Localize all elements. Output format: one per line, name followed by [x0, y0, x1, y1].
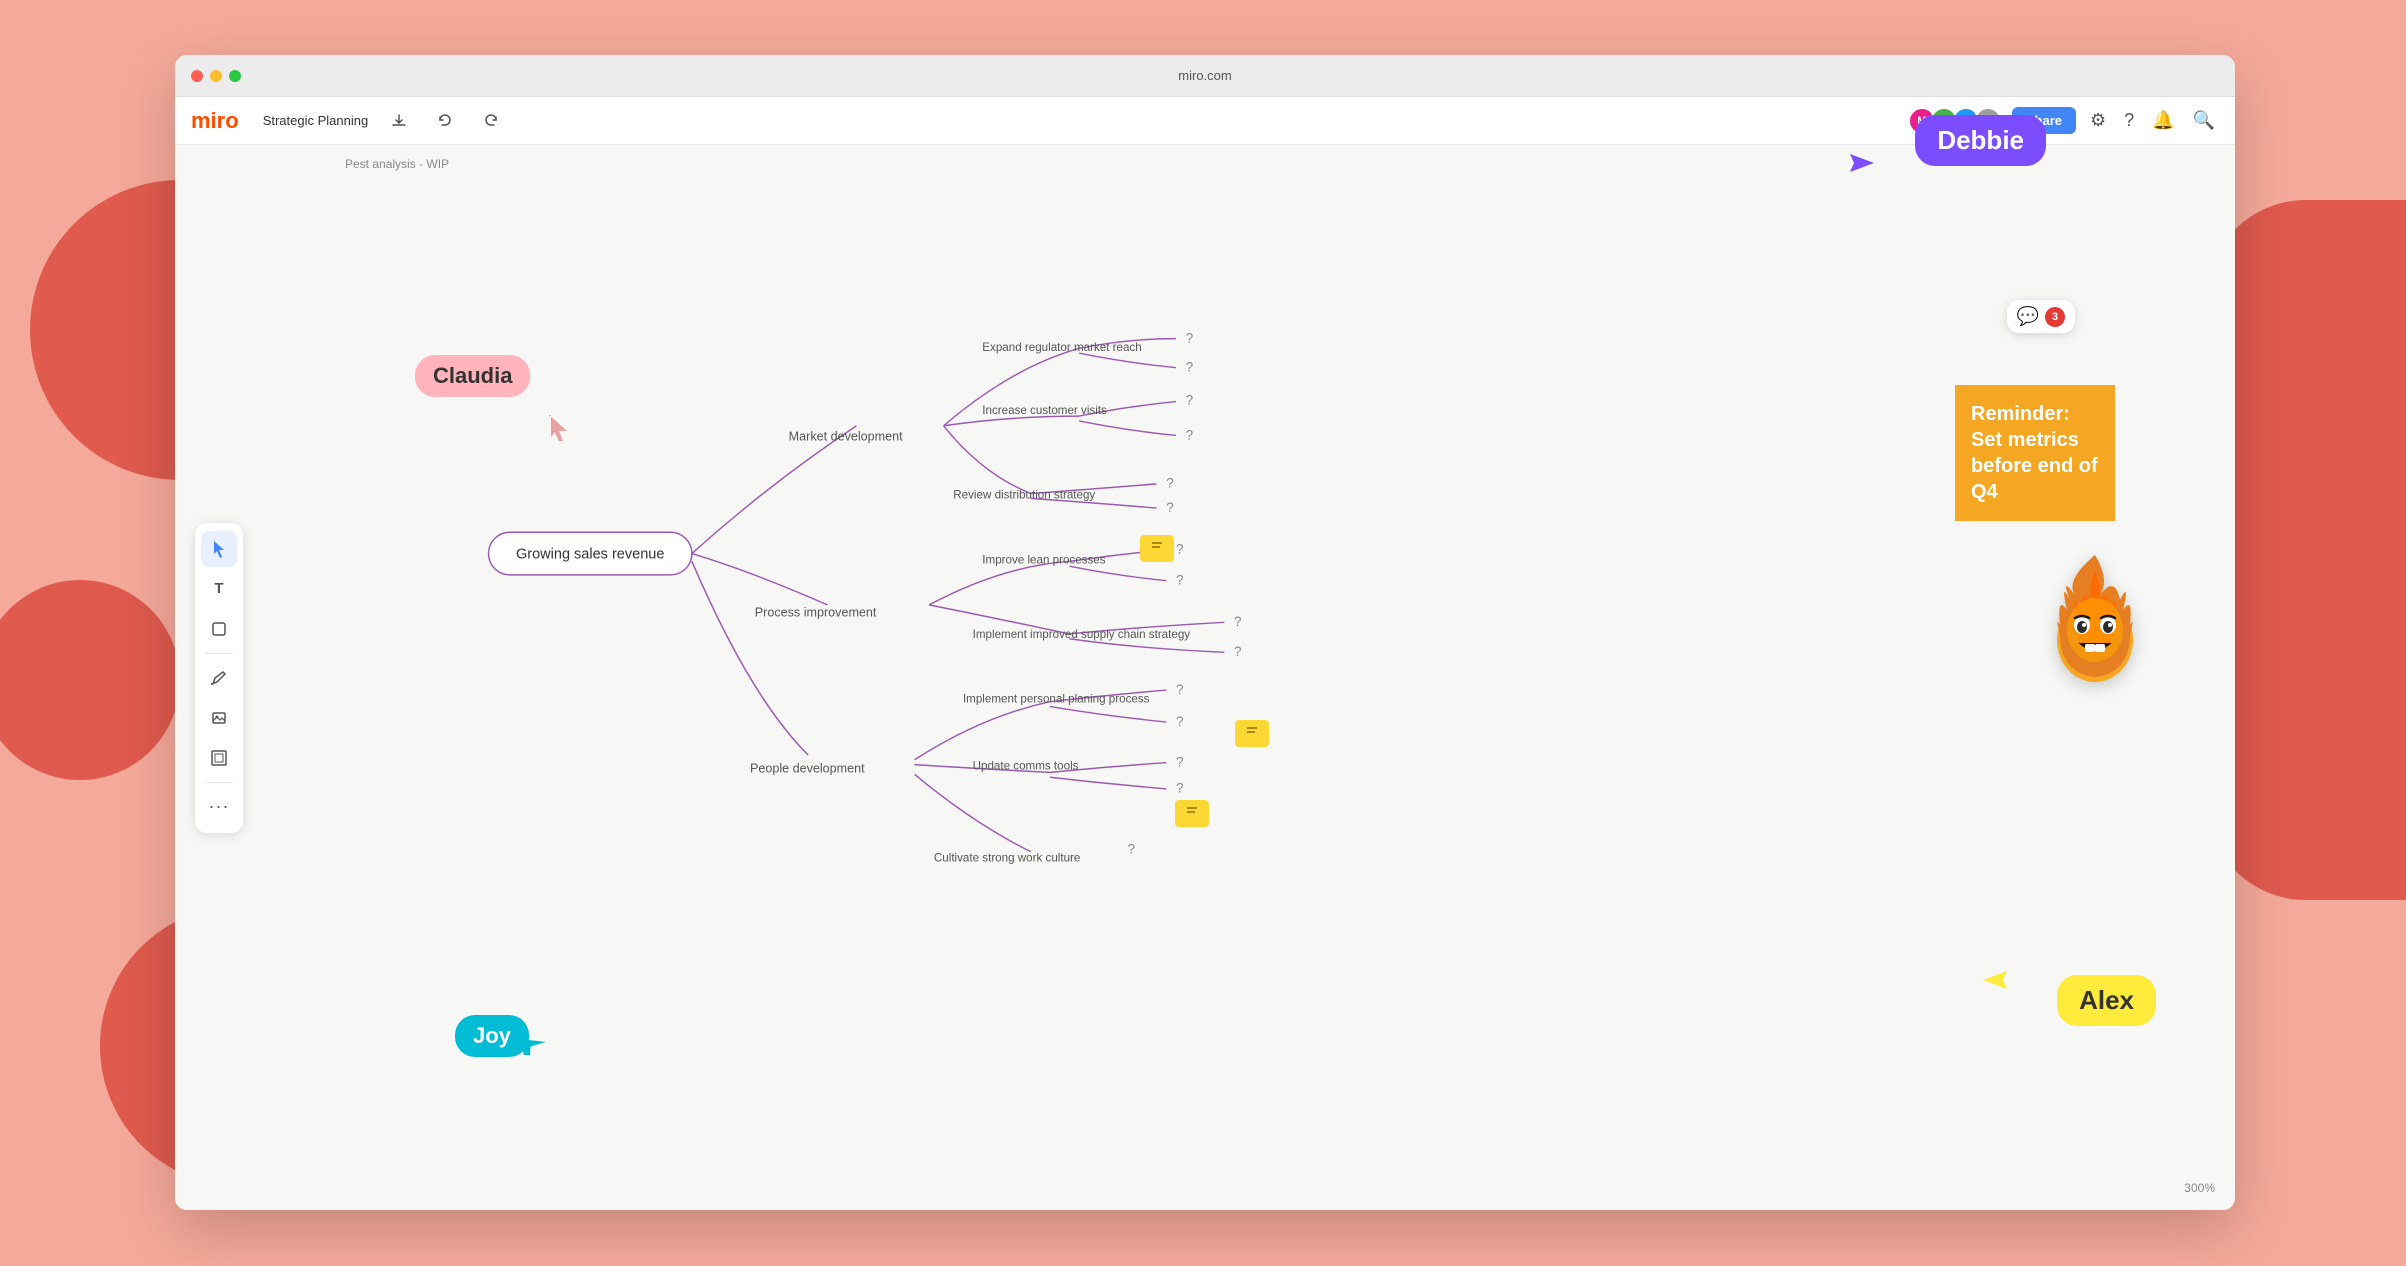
svg-text:Process improvement: Process improvement [755, 606, 877, 620]
comment-icon-2[interactable] [1235, 720, 1269, 747]
svg-text:?: ? [1176, 755, 1184, 770]
svg-text:?: ? [1186, 360, 1194, 375]
close-button[interactable] [191, 70, 203, 82]
badge-count: 3 [2045, 307, 2065, 327]
search-icon[interactable]: 🔍 [2189, 106, 2219, 135]
cursor-debbie: Debbie [1915, 115, 2046, 166]
svg-text:?: ? [1186, 427, 1194, 442]
svg-text:?: ? [1234, 644, 1242, 659]
zoom-indicator: 300% [2184, 1181, 2215, 1195]
chat-icon: 💬 [2017, 306, 2039, 327]
svg-text:Implement personal planing pro: Implement personal planing process [963, 693, 1150, 706]
more-tools[interactable]: ··· [201, 789, 237, 825]
svg-text:Implement improved supply chai: Implement improved supply chain strategy [973, 628, 1191, 641]
svg-text:?: ? [1176, 682, 1184, 697]
emoji-fire-sticker [2035, 545, 2155, 707]
comment-icon-3[interactable] [1175, 800, 1209, 827]
svg-text:Cultivate strong work culture: Cultivate strong work culture [934, 851, 1080, 864]
svg-text:People development: People development [750, 761, 865, 775]
cursor-joy: Joy [455, 1015, 529, 1057]
miro-logo[interactable]: miro [191, 108, 239, 134]
svg-text:?: ? [1234, 614, 1242, 629]
cursor-alex: Alex [2057, 975, 2156, 1026]
svg-text:?: ? [1186, 392, 1194, 407]
help-icon[interactable]: ? [2120, 106, 2138, 135]
svg-text:Growing sales revenue: Growing sales revenue [516, 546, 664, 562]
board-name[interactable]: Strategic Planning [263, 113, 369, 128]
svg-text:?: ? [1166, 500, 1174, 515]
svg-text:Increase customer visits: Increase customer visits [982, 404, 1107, 417]
settings-icon[interactable]: ⚙ [2086, 106, 2110, 135]
bg-decoration-squiggle-right [2206, 200, 2406, 900]
svg-text:Market development: Market development [789, 429, 903, 443]
comment-icon-1[interactable] [1140, 535, 1174, 562]
canvas-area[interactable]: Pest analysis - WIP T ··· [175, 145, 2235, 1210]
sticky-note-text: Reminder: Set metrics before end of Q4 [1971, 403, 2098, 503]
sticky-tool[interactable] [201, 611, 237, 647]
traffic-lights [191, 70, 241, 82]
cursor-claudia: Claudia [415, 355, 530, 397]
bg-decoration-circle-mid [0, 580, 180, 780]
pen-tool[interactable] [201, 660, 237, 696]
svg-text:Expand regulator market reach: Expand regulator market reach [982, 341, 1141, 354]
cursor-alex-container: Alex [2057, 975, 2156, 1026]
url-bar[interactable]: miro.com [1178, 68, 1231, 83]
debbie-cursor-arrow [1846, 152, 1876, 179]
browser-window: miro.com miro Strategic Planning M [175, 55, 2235, 1210]
cursor-debbie-container: Debbie [1915, 115, 2046, 166]
minimize-button[interactable] [210, 70, 222, 82]
svg-text:?: ? [1176, 542, 1184, 557]
svg-text:?: ? [1186, 331, 1194, 346]
select-tool[interactable] [201, 531, 237, 567]
tool-divider-2 [205, 782, 233, 783]
frame-tool[interactable] [201, 740, 237, 776]
svg-text:?: ? [1176, 781, 1184, 796]
svg-text:?: ? [1176, 573, 1184, 588]
text-tool[interactable]: T [201, 571, 237, 607]
left-sidebar-tools: T ··· [195, 523, 243, 833]
notifications-icon[interactable]: 🔔 [2148, 106, 2178, 135]
tool-divider-1 [205, 653, 233, 654]
maximize-button[interactable] [229, 70, 241, 82]
svg-text:?: ? [1166, 476, 1174, 491]
sticky-note-reminder[interactable]: Reminder: Set metrics before end of Q4 [1955, 385, 2115, 521]
undo-button[interactable] [430, 106, 460, 136]
claudia-cursor-arrow [547, 413, 571, 446]
svg-text:?: ? [1176, 714, 1184, 729]
svg-text:Update comms tools: Update comms tools [973, 759, 1079, 772]
redo-button[interactable] [476, 106, 506, 136]
title-bar: miro.com [175, 55, 2235, 97]
image-tool[interactable] [201, 700, 237, 736]
svg-text:Improve lean processes: Improve lean processes [982, 553, 1105, 566]
alex-cursor-arrow [1981, 969, 2011, 996]
notification-badge[interactable]: 💬 3 [2007, 300, 2075, 333]
export-button[interactable] [384, 106, 414, 136]
svg-text:Review distribution strategy: Review distribution strategy [953, 488, 1095, 501]
svg-text:?: ? [1128, 842, 1136, 857]
